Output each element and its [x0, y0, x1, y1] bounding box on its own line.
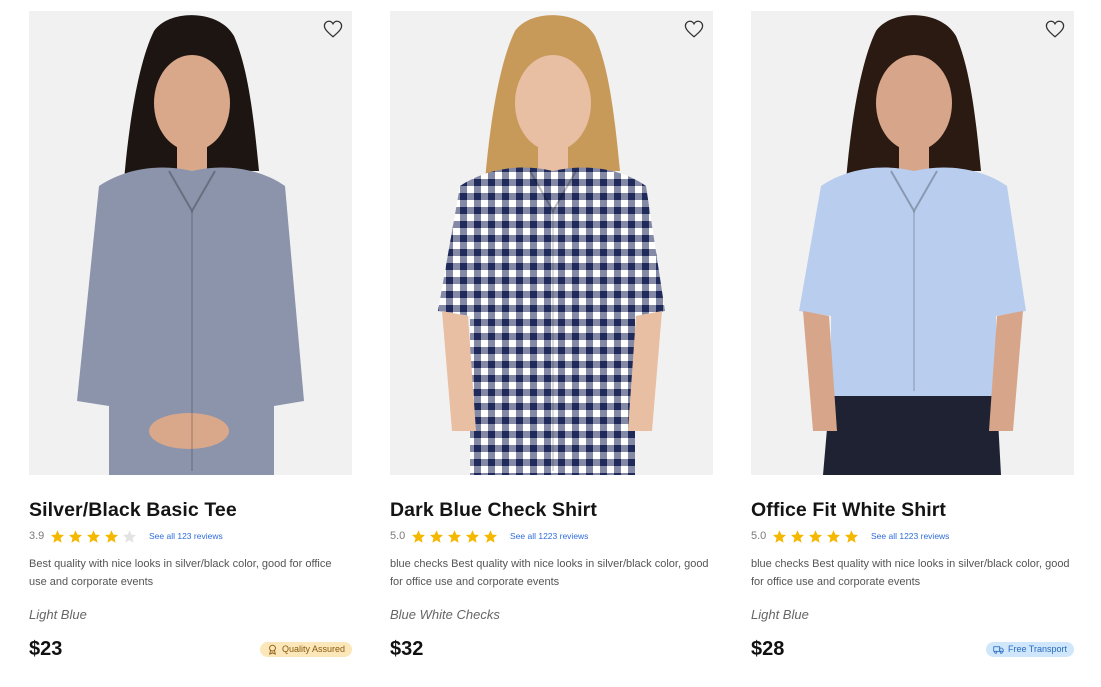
model-photo: [29, 11, 352, 475]
price-row: $28 Free Transport: [751, 637, 1074, 661]
star-rating: [772, 529, 859, 544]
product-card[interactable]: Dark Blue Check Shirt 5.0 See all 1223 r…: [390, 11, 713, 661]
star-filled-icon: [466, 529, 479, 543]
star-filled-icon: [51, 529, 64, 543]
see-reviews-link[interactable]: See all 123 reviews: [149, 531, 223, 541]
product-color: Blue White Checks: [390, 607, 500, 622]
heart-icon[interactable]: [323, 20, 343, 38]
price-row: $32: [390, 637, 713, 661]
star-filled-icon: [412, 529, 425, 543]
product-title[interactable]: Office Fit White Shirt: [751, 497, 1074, 523]
quality-assured-badge: Quality Assured: [259, 641, 352, 657]
rating-row: 5.0 See all 1223 reviews: [751, 527, 1074, 545]
product-color: Light Blue: [751, 607, 809, 622]
product-description: blue checks Best quality with nice looks…: [751, 558, 1070, 588]
product-description: blue checks Best quality with nice looks…: [390, 558, 709, 588]
product-price: $28: [751, 637, 785, 660]
star-filled-icon: [484, 529, 497, 543]
star-filled-icon: [845, 529, 858, 543]
product-card[interactable]: Silver/Black Basic Tee 3.9 See all 123 r…: [29, 11, 352, 661]
model-photo: [390, 11, 713, 475]
star-rating: [411, 529, 498, 544]
rating-score: 3.9: [29, 530, 45, 542]
product-title[interactable]: Silver/Black Basic Tee: [29, 497, 352, 523]
star-filled-icon: [69, 529, 82, 543]
see-reviews-link[interactable]: See all 1223 reviews: [510, 531, 588, 541]
star-filled-icon: [791, 529, 804, 543]
heart-icon[interactable]: [684, 20, 704, 38]
star-filled-icon: [430, 529, 443, 543]
product-description: Best quality with nice looks in silver/b…: [29, 558, 332, 588]
model-photo: [751, 11, 1074, 475]
product-price: $23: [29, 637, 63, 660]
rating-score: 5.0: [390, 530, 406, 542]
product-image[interactable]: [751, 11, 1074, 475]
price-row: $23 Quality Assured: [29, 637, 352, 661]
heart-icon[interactable]: [1045, 20, 1065, 38]
product-title[interactable]: Dark Blue Check Shirt: [390, 497, 713, 523]
rating-score: 5.0: [751, 530, 767, 542]
badge-label: Free Transport: [1007, 644, 1067, 654]
see-reviews-link[interactable]: See all 1223 reviews: [871, 531, 949, 541]
star-rating: [50, 529, 137, 544]
star-empty-icon: [123, 529, 136, 543]
star-filled-icon: [87, 529, 100, 543]
product-price: $32: [390, 637, 424, 660]
star-filled-icon: [827, 529, 840, 543]
product-card[interactable]: Office Fit White Shirt 5.0 See all 1223 …: [751, 11, 1074, 661]
star-filled-icon: [448, 529, 461, 543]
star-filled-icon: [809, 529, 822, 543]
product-image[interactable]: [390, 11, 713, 475]
rating-row: 3.9 See all 123 reviews: [29, 527, 352, 545]
product-image[interactable]: [29, 11, 352, 475]
rating-row: 5.0 See all 1223 reviews: [390, 527, 713, 545]
star-filled-icon: [105, 529, 118, 543]
product-grid: Silver/Black Basic Tee 3.9 See all 123 r…: [29, 11, 1074, 661]
truck-icon: [993, 645, 1004, 654]
product-color: Light Blue: [29, 607, 87, 622]
free-transport-badge: Free Transport: [985, 641, 1074, 657]
star-filled-icon: [773, 529, 786, 543]
badge-label: Quality Assured: [281, 644, 345, 654]
award-icon: [269, 644, 276, 655]
